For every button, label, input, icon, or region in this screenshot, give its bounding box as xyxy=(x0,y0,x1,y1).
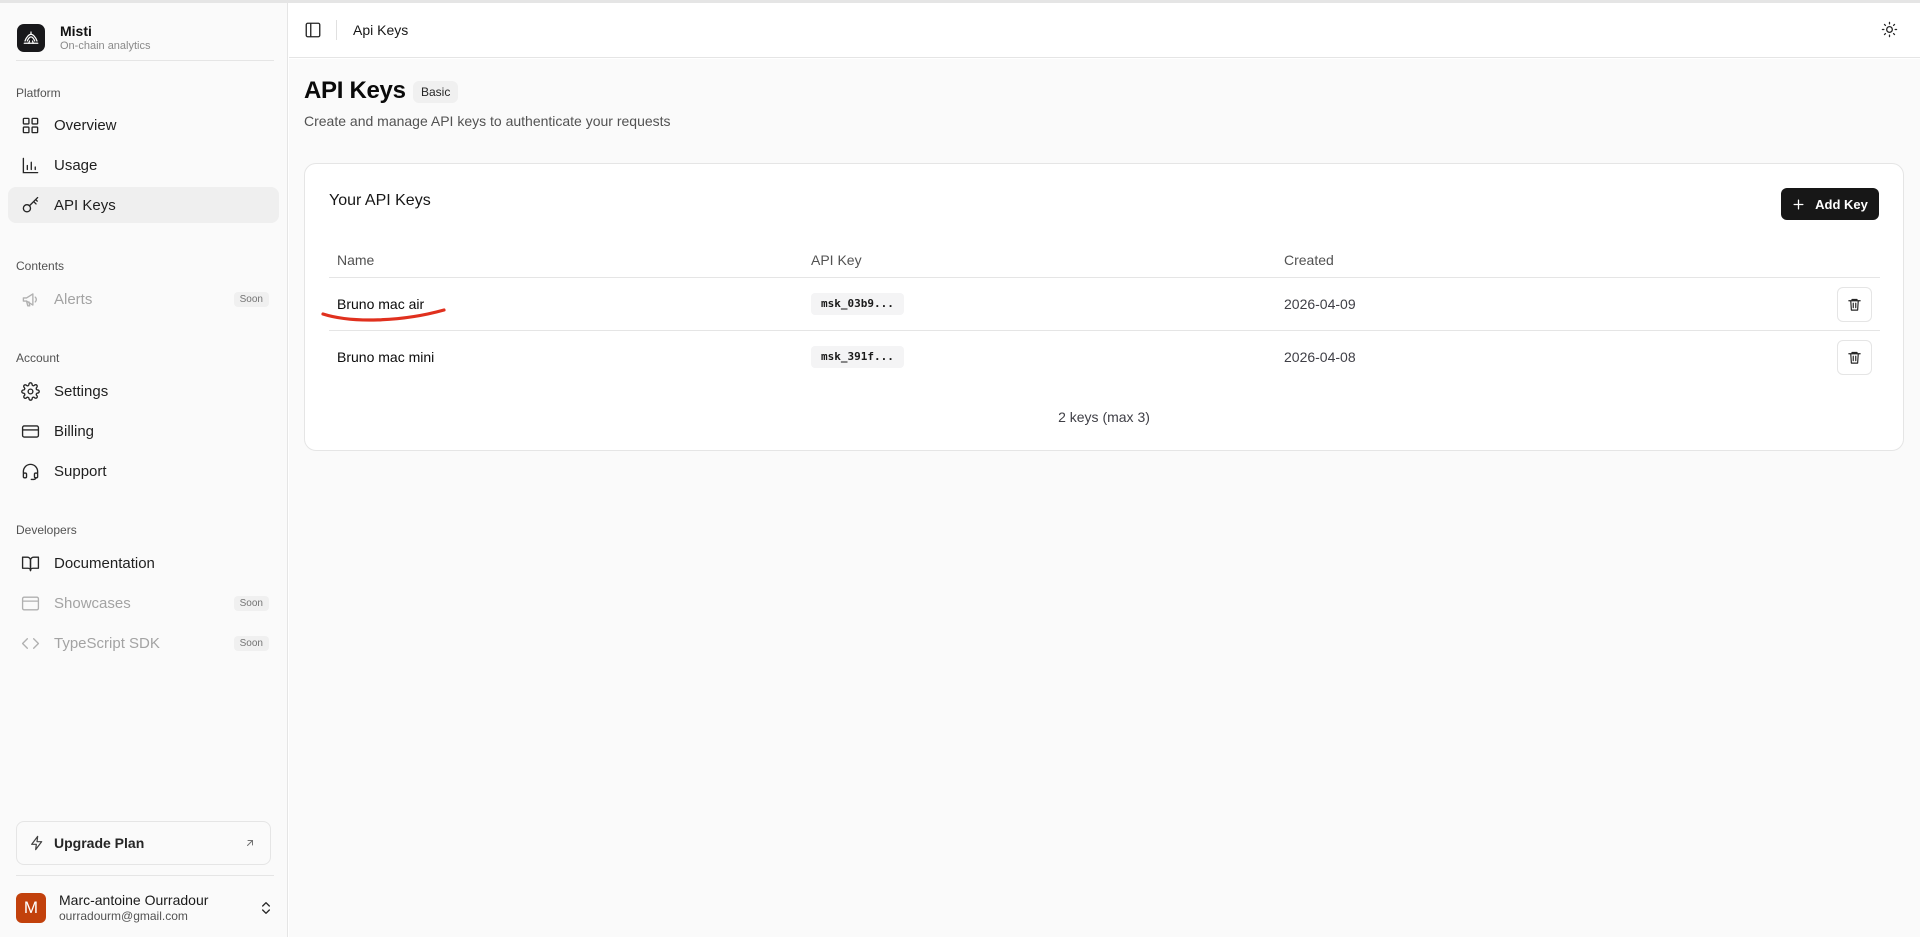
table-row: Bruno mac air msk_03b9... 2026-04-09 xyxy=(329,278,1880,331)
main-content: API Keys Basic Create and manage API key… xyxy=(289,59,1920,937)
sidebar-item-label: Usage xyxy=(54,156,98,174)
sidebar-item-label: Settings xyxy=(54,382,109,400)
sidebar-item-billing[interactable]: Billing xyxy=(8,413,279,449)
key-count-note: 2 keys (max 3) xyxy=(1058,409,1150,425)
sidebar-item-usage[interactable]: Usage xyxy=(8,147,279,183)
sidebar-item-label: Billing xyxy=(54,422,95,440)
red-underline-annotation xyxy=(321,308,446,322)
api-keys-table: Name API Key Created Bruno mac air msk_0… xyxy=(329,244,1880,384)
breadcrumb: Api Keys xyxy=(353,22,409,38)
sidebar-item-label: Showcases xyxy=(54,594,131,612)
brand-tagline: On-chain analytics xyxy=(60,39,151,52)
gear-icon xyxy=(20,381,40,401)
header-separator xyxy=(336,20,337,40)
column-header-name: Name xyxy=(337,252,375,268)
sidebar-item-label: API Keys xyxy=(54,196,116,214)
sidebar-item-typescript-sdk: TypeScript SDK Soon xyxy=(8,625,279,661)
headset-icon xyxy=(20,461,40,481)
brand-name: Misti xyxy=(60,23,92,39)
avatar: M xyxy=(16,893,46,923)
page-description: Create and manage API keys to authentica… xyxy=(304,113,671,129)
sidebar-item-label: Support xyxy=(54,462,107,480)
book-icon xyxy=(20,553,40,573)
soon-badge: Soon xyxy=(233,635,269,651)
sidebar-item-documentation[interactable]: Documentation xyxy=(8,545,279,581)
delete-key-button[interactable] xyxy=(1837,340,1872,375)
code-icon xyxy=(20,633,40,653)
key-created-date: 2026-04-08 xyxy=(1284,349,1356,365)
credit-card-icon xyxy=(20,421,40,441)
sidebar-item-label: Documentation xyxy=(54,554,155,572)
chevrons-up-down-icon xyxy=(258,900,274,916)
sidebar-item-overview[interactable]: Overview xyxy=(8,107,279,143)
sidebar-item-label: Overview xyxy=(54,116,117,134)
sidebar-item-showcases: Showcases Soon xyxy=(8,585,279,621)
key-icon xyxy=(20,195,40,215)
sidebar-item-alerts: Alerts Soon xyxy=(8,281,279,317)
add-key-label: Add Key xyxy=(1815,196,1868,212)
group-label-developers: Developers xyxy=(16,523,77,537)
browser-window-icon xyxy=(20,593,40,613)
plus-icon xyxy=(1792,198,1805,211)
trash-icon xyxy=(1848,298,1861,311)
grid-icon xyxy=(20,115,40,135)
api-keys-card: Your API Keys Add Key Name API Key Creat… xyxy=(304,163,1904,451)
key-created-date: 2026-04-09 xyxy=(1284,296,1356,312)
page-title: API Keys xyxy=(304,77,406,104)
sidebar-item-label: Alerts xyxy=(54,290,93,308)
table-row: Bruno mac mini msk_391f... 2026-04-08 xyxy=(329,331,1880,384)
sidebar-item-support[interactable]: Support xyxy=(8,453,279,489)
trash-icon xyxy=(1848,351,1861,364)
key-name: Bruno mac mini xyxy=(337,349,435,365)
add-key-button[interactable]: Add Key xyxy=(1781,188,1879,220)
user-menu[interactable]: M Marc-antoine Ourradour ourradourm@gmai… xyxy=(16,890,274,926)
column-header-api-key: API Key xyxy=(811,252,862,268)
megaphone-icon xyxy=(20,289,40,309)
card-title: Your API Keys xyxy=(329,192,431,209)
sun-icon[interactable] xyxy=(1881,21,1898,38)
arrow-up-right-icon xyxy=(244,837,256,849)
group-label-account: Account xyxy=(16,351,60,365)
plan-badge: Basic xyxy=(413,81,459,103)
upgrade-plan-button[interactable]: Upgrade Plan xyxy=(16,821,271,865)
delete-key-button[interactable] xyxy=(1837,287,1872,322)
sidebar-item-api-keys[interactable]: API Keys xyxy=(8,187,279,223)
soon-badge: Soon xyxy=(233,595,269,611)
brand-divider xyxy=(16,60,274,61)
group-label-platform: Platform xyxy=(16,86,61,100)
table-header: Name API Key Created xyxy=(329,244,1880,278)
user-name: Marc-antoine Ourradour xyxy=(59,891,209,908)
sidebar-item-label: TypeScript SDK xyxy=(54,634,160,652)
misti-logo-icon xyxy=(17,23,45,52)
key-value: msk_03b9... xyxy=(811,293,904,315)
sidebar: Misti On-chain analytics Platform Overvi… xyxy=(0,3,288,937)
brand[interactable]: Misti On-chain analytics xyxy=(17,23,151,53)
lightning-icon xyxy=(29,835,45,851)
soon-badge: Soon xyxy=(233,291,269,307)
group-label-contents: Contents xyxy=(16,259,65,273)
user-divider xyxy=(16,875,274,876)
sidebar-toggle-icon[interactable] xyxy=(304,21,322,39)
bar-chart-icon xyxy=(20,155,40,175)
key-value: msk_391f... xyxy=(811,346,904,368)
sidebar-item-settings[interactable]: Settings xyxy=(8,373,279,409)
top-header: Api Keys xyxy=(289,3,1920,58)
upgrade-plan-label: Upgrade Plan xyxy=(54,835,145,851)
column-header-created: Created xyxy=(1284,252,1334,268)
user-email: ourradourm@gmail.com xyxy=(59,909,188,924)
